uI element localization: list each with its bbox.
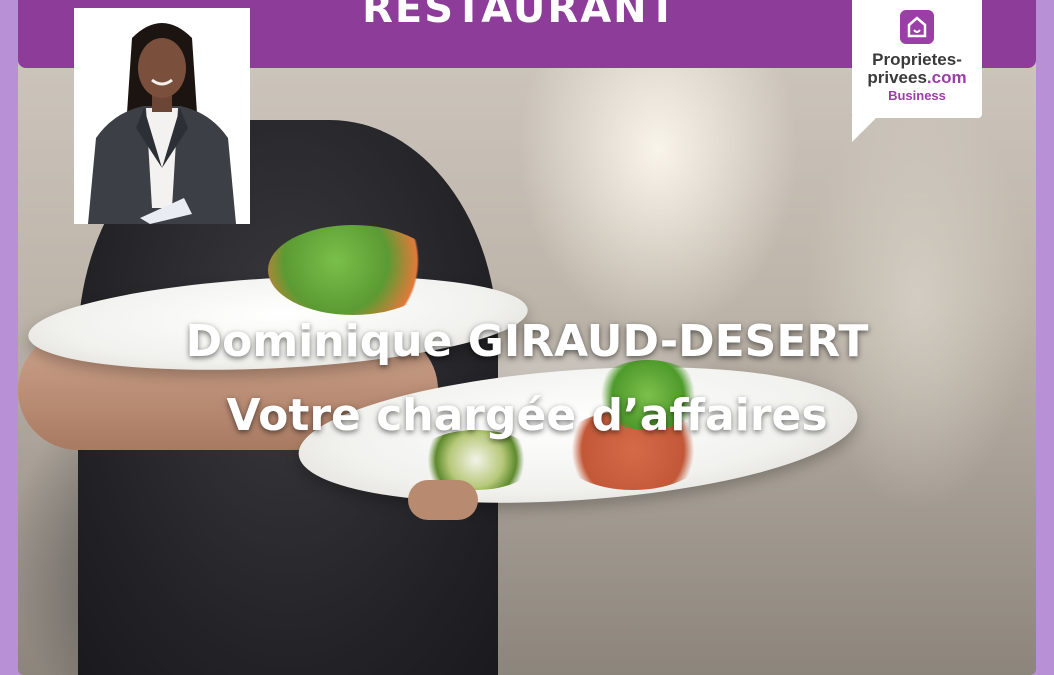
logo-tail <box>852 116 878 142</box>
logo-line-1: Proprietes- <box>872 50 962 69</box>
agent-role: Votre chargée d’affaires <box>226 390 828 441</box>
banner-title: RESTAURANT <box>362 0 678 32</box>
agent-portrait <box>74 8 250 224</box>
logo-line-3: Business <box>888 88 946 103</box>
brand-logo: Proprietes- privees.com Business <box>852 0 982 118</box>
agent-photo <box>74 8 250 224</box>
back-plate-salad <box>268 225 438 315</box>
logo-line-2: privees.com <box>852 68 982 88</box>
waiter-hand <box>408 480 478 520</box>
logo-line-2-suffix: .com <box>926 68 967 87</box>
agent-name: Dominique GIRAUD-DESERT <box>185 316 869 367</box>
home-bubble-icon <box>900 10 934 44</box>
logo-line-2-prefix: privees <box>867 68 927 87</box>
